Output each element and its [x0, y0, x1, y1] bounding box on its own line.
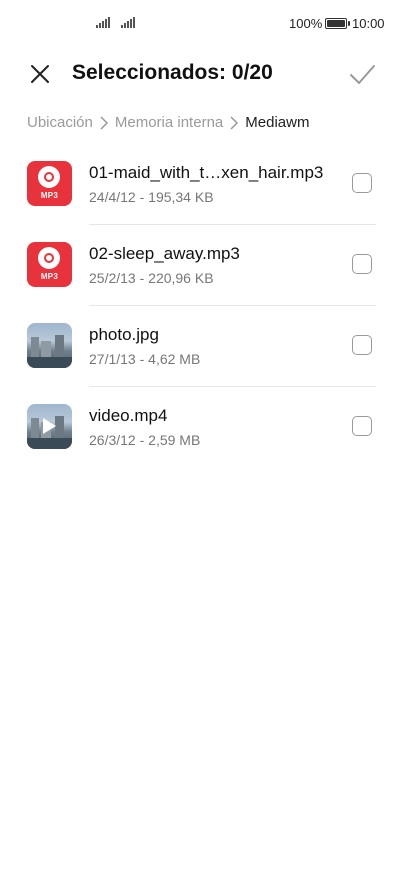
file-name: photo.jpg [89, 325, 159, 344]
file-name: 01-maid_with_t…xen_hair.mp3 [89, 163, 324, 182]
list-item[interactable]: MP3 02-sleep_away.mp3 25/2/13 - 220,96 K… [0, 225, 403, 306]
file-meta: 26/3/12 - 2,59 MB [89, 432, 201, 448]
list-item[interactable]: video.mp4 26/3/12 - 2,59 MB [0, 387, 403, 468]
chevron-right-icon [230, 115, 239, 130]
close-button[interactable] [24, 58, 56, 90]
check-icon [350, 65, 375, 84]
file-name: video.mp4 [89, 406, 168, 425]
battery-percent: 100% [289, 16, 323, 31]
confirm-button[interactable] [346, 58, 378, 90]
music-file-icon: MP3 [27, 242, 72, 287]
breadcrumb-item-ubicacion[interactable]: Ubicación [27, 114, 93, 131]
image-thumbnail [27, 323, 72, 368]
file-meta: 24/4/12 - 195,34 KB [89, 189, 214, 205]
video-thumbnail [27, 404, 72, 449]
battery-icon [325, 18, 350, 29]
header: Seleccionados: 0/20 [0, 52, 403, 96]
list-item[interactable]: MP3 01-maid_with_t…xen_hair.mp3 24/4/12 … [0, 144, 403, 225]
file-meta: 27/1/13 - 4,62 MB [89, 351, 201, 367]
select-checkbox[interactable] [352, 335, 372, 355]
clock: 10:00 [352, 16, 385, 31]
select-checkbox[interactable] [352, 254, 372, 274]
file-name: 02-sleep_away.mp3 [89, 244, 240, 263]
select-checkbox[interactable] [352, 173, 372, 193]
music-file-icon: MP3 [27, 161, 72, 206]
close-icon [31, 65, 49, 83]
file-meta: 25/2/13 - 220,96 KB [89, 270, 214, 286]
select-checkbox[interactable] [352, 416, 372, 436]
status-bar: 100% 10:00 [0, 0, 403, 48]
file-list: MP3 01-maid_with_t…xen_hair.mp3 24/4/12 … [0, 144, 403, 468]
list-item[interactable]: photo.jpg 27/1/13 - 4,62 MB [0, 306, 403, 387]
signal-icon [121, 16, 135, 28]
breadcrumb-item-memoria[interactable]: Memoria interna [115, 114, 223, 131]
breadcrumb-item-current: Mediawm [245, 114, 310, 131]
page-title: Seleccionados: 0/20 [72, 61, 273, 84]
play-icon [43, 418, 56, 434]
breadcrumb: Ubicación Memoria interna Mediawm [27, 114, 309, 131]
signal-icon [96, 16, 110, 28]
chevron-right-icon [100, 115, 108, 130]
